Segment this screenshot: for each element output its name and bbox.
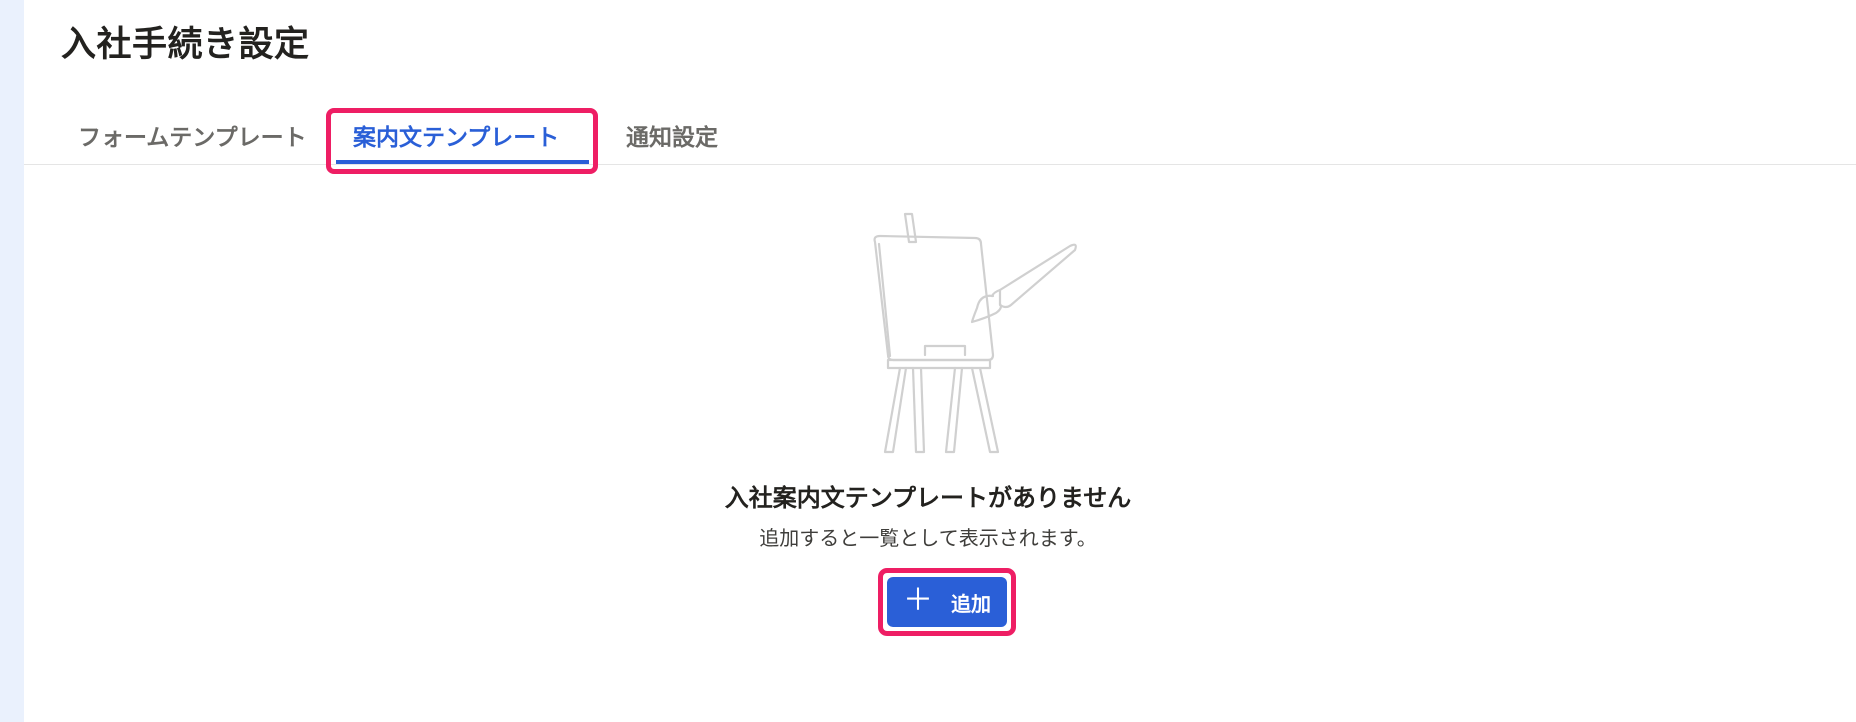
tab-form-template[interactable]: フォームテンプレート: [78, 120, 307, 164]
empty-state-description: 追加すると一覧として表示されます。: [759, 526, 1097, 550]
tab-bar-divider: [24, 164, 1856, 165]
easel-paintbrush-illustration: [873, 212, 1077, 454]
empty-state-title: 入社案内文テンプレートがありません: [724, 484, 1132, 512]
page-title: 入社手続き設定: [61, 25, 310, 65]
highlight-box-tab: [326, 108, 598, 174]
highlight-box-add-button: [878, 568, 1016, 636]
tab-notification-settings[interactable]: 通知設定: [626, 120, 718, 164]
left-sidebar-rail: [0, 0, 24, 722]
